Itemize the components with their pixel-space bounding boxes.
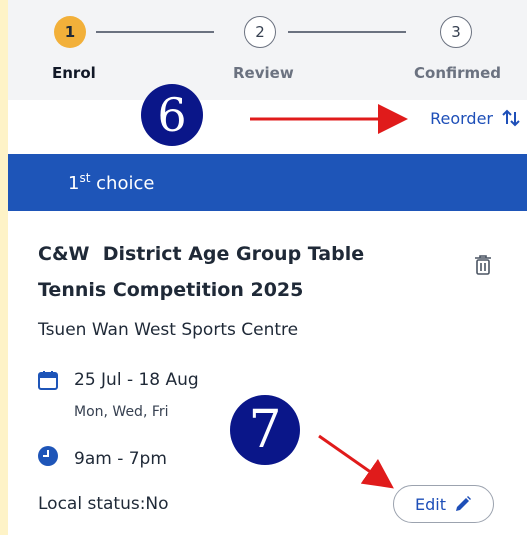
step-connector: [288, 31, 406, 33]
local-status: Local status:No: [38, 494, 169, 514]
pencil-icon: [455, 496, 471, 511]
activity-title-line2: Tennis Competition 2025: [38, 279, 304, 301]
progress-stepper: 1 2 3 Enrol Review Confirmed: [8, 0, 527, 100]
trash-icon[interactable]: [473, 254, 493, 276]
step-1-circle: 1: [54, 16, 86, 48]
annotation-marker-7: 7: [230, 395, 300, 465]
venue-name: Tsuen Wan West Sports Centre: [38, 320, 299, 340]
step-3-label: Confirmed: [414, 64, 502, 82]
clock-icon: [38, 446, 58, 466]
edit-label: Edit: [415, 494, 446, 514]
date-range: 25 Jul - 18 Aug: [74, 370, 199, 390]
activity-title-line1: C&W District Age Group Table: [38, 243, 365, 265]
choice-header: 1st choice: [8, 154, 527, 211]
choice-label: choice: [90, 173, 155, 194]
step-connector: [96, 31, 214, 33]
choice-rank-suffix: st: [79, 171, 91, 185]
reorder-button[interactable]: Reorder: [430, 108, 521, 128]
activity-title: C&W District Age Group Table Tennis Comp…: [38, 236, 408, 308]
step-2-label: Review: [233, 64, 294, 82]
reorder-label: Reorder: [430, 108, 493, 128]
choice-rank: 1: [68, 173, 80, 194]
sort-arrows-icon: [502, 109, 520, 127]
annotation-marker-6: 6: [141, 84, 203, 146]
calendar-icon: [38, 371, 58, 390]
step-1-label: Enrol: [52, 64, 96, 82]
step-3-circle: 3: [440, 16, 472, 48]
weekdays: Mon, Wed, Fri: [74, 404, 169, 420]
edit-button[interactable]: Edit: [393, 485, 494, 523]
step-2-circle: 2: [244, 16, 276, 48]
time-range: 9am - 7pm: [74, 449, 167, 469]
